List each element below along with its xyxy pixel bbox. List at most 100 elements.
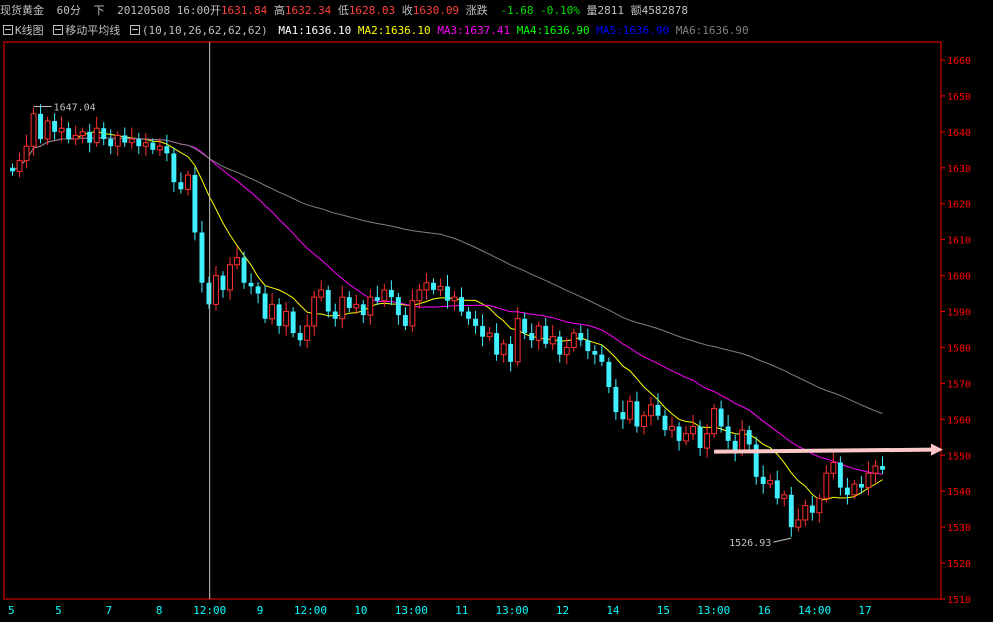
x-tick-label: 12 (556, 604, 569, 617)
candle-body-down (557, 336, 563, 355)
candle-body-down (620, 412, 626, 420)
candle-body-down (206, 282, 212, 305)
candle-body-up (711, 408, 718, 435)
candle-body-down (248, 282, 254, 287)
candle-body-up (816, 497, 823, 514)
candle-body-up (795, 519, 802, 528)
candle-body-down (613, 386, 619, 413)
candle-body-down (38, 113, 44, 140)
x-tick-label: 12:00 (193, 604, 226, 617)
candle-body-up (23, 145, 30, 162)
candle-body-down (66, 128, 72, 140)
candle-body-down (290, 311, 296, 334)
candle-body-down (346, 297, 352, 308)
candle-body-up (570, 332, 577, 348)
candle-body-down (858, 484, 864, 488)
x-tick-label: 17 (858, 604, 871, 617)
candle-body-down (522, 318, 528, 334)
y-tick-label: 1610 (947, 236, 971, 247)
candle-body-up (823, 472, 830, 499)
high-annotation: 1647.04 (54, 103, 96, 114)
candle-body-down (529, 333, 535, 341)
candle-body-down (101, 128, 107, 140)
low-annotation: 1526.93 (729, 538, 771, 549)
candle-body-up (213, 275, 219, 305)
candle-body-down (592, 351, 598, 355)
x-tick-label: 9 (257, 604, 264, 617)
x-tick-label: 13:00 (395, 604, 428, 617)
candle-body-down (122, 135, 128, 143)
candle-body-up (381, 289, 388, 302)
candle-body-up (142, 142, 149, 147)
candle-body-up (416, 289, 423, 302)
candle-body-down (508, 343, 514, 362)
candle-body-up (830, 461, 837, 474)
candle-body-up (79, 131, 86, 136)
x-tick-label: 13:00 (697, 604, 730, 617)
candle-body-up (669, 426, 675, 431)
candle-body-down (760, 476, 766, 485)
candle-body-down (374, 297, 380, 301)
candle-body-down (809, 505, 815, 513)
candle-body-down (332, 311, 338, 319)
candle-body-down (192, 174, 198, 233)
candle-body-up (648, 404, 654, 417)
candle-body-up (367, 296, 374, 316)
candle-body-down (459, 297, 464, 312)
y-tick-label: 1560 (947, 415, 971, 426)
x-tick-label: 14 (606, 604, 620, 617)
candle-body-up (683, 433, 689, 442)
candle-body-down (10, 167, 15, 172)
candle-body-down (585, 340, 591, 352)
candlestick-chart[interactable]: 1660165016401630162016101600159015801570… (0, 0, 993, 622)
candle-body-up (234, 257, 240, 266)
x-tick-label: 7 (106, 604, 113, 617)
candle-body-up (563, 346, 570, 356)
candle-body-down (431, 282, 436, 290)
candle-body-down (276, 304, 282, 326)
candle-body-down (108, 139, 114, 147)
candle-body-down (171, 153, 177, 183)
candle-body-down (676, 426, 682, 441)
low-pointer (773, 537, 792, 543)
candle-body-up (318, 289, 325, 298)
candle-body-down (52, 121, 58, 132)
candle-body-up (304, 325, 311, 341)
candle-body-up (781, 494, 788, 499)
candle-body-up (500, 343, 507, 356)
candle-body-up (451, 296, 458, 302)
y-tick-label: 1530 (947, 523, 971, 534)
candle-body-up (269, 303, 276, 320)
candle-body-up (16, 160, 23, 172)
x-tick-label: 12:00 (294, 604, 327, 617)
x-tick-label: 5 (8, 604, 15, 617)
trend-arrow-line[interactable] (714, 447, 934, 454)
candle-body-down (480, 325, 486, 337)
candle-body-up (865, 472, 872, 489)
candle-body-up (227, 264, 233, 291)
candle-body-down (662, 415, 668, 431)
candle-body-down (697, 426, 703, 449)
candle-body-up (311, 296, 318, 327)
x-tick-label: 8 (156, 604, 163, 617)
candle-body-down (388, 289, 394, 298)
x-tick-label: 13:00 (496, 604, 529, 617)
y-tick-label: 1520 (947, 559, 971, 570)
candle-body-up (704, 433, 711, 449)
ma2-line (12, 130, 883, 501)
candle-body-up (423, 282, 430, 291)
y-tick-label: 1630 (947, 164, 971, 175)
y-tick-label: 1650 (947, 92, 971, 103)
candle-body-up (739, 429, 746, 453)
candle-body-down (360, 304, 366, 316)
candle-body-down (199, 232, 205, 283)
candle-body-up (626, 400, 633, 420)
candle-body-up (767, 479, 774, 485)
x-tick-label: 16 (758, 604, 771, 617)
candle-body-up (128, 138, 135, 144)
candle-body-up (437, 285, 444, 291)
candle-body-down (297, 333, 303, 341)
candle-body-down (880, 466, 885, 470)
candle-body-down (599, 354, 605, 362)
candle-body-up (58, 127, 65, 133)
